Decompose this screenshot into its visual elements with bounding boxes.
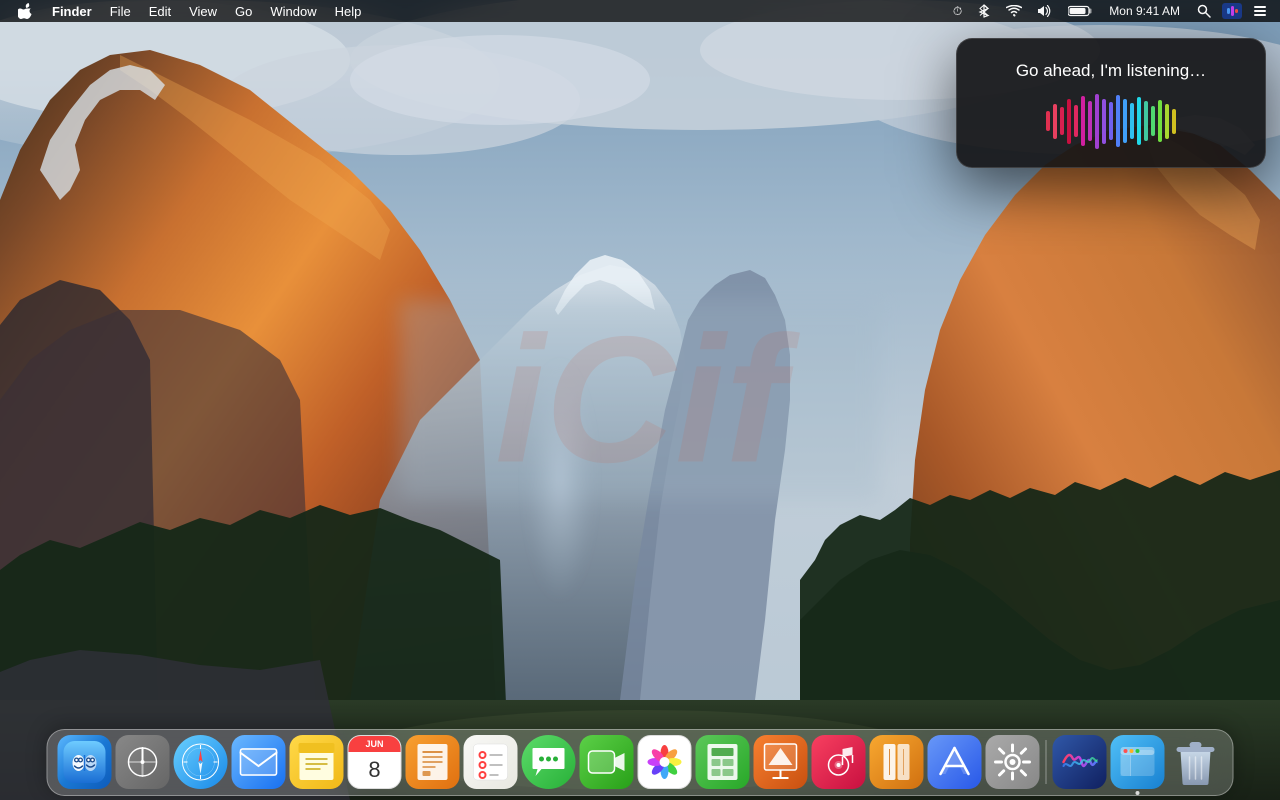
battery-icon[interactable] <box>1063 3 1097 19</box>
dock-separator <box>1046 740 1047 784</box>
numbers-icon <box>706 743 740 781</box>
dock-item-appstore[interactable] <box>928 735 982 789</box>
dock-item-mail[interactable] <box>232 735 286 789</box>
dock-item-photos[interactable] <box>638 735 692 789</box>
dock-item-notes[interactable] <box>290 735 344 789</box>
help-menu[interactable]: Help <box>327 2 370 21</box>
time-machine-icon[interactable]: ⏱ <box>948 2 967 21</box>
view-menu[interactable]: View <box>181 2 225 21</box>
dock-item-facetime[interactable] <box>580 735 634 789</box>
apple-menu[interactable] <box>8 1 42 21</box>
calendar-day: 8 <box>368 757 380 783</box>
dock-item-finder[interactable] <box>58 735 112 789</box>
dock-item-numbers[interactable] <box>696 735 750 789</box>
dock-item-messages[interactable] <box>522 735 576 789</box>
dock-item-reminders[interactable] <box>464 735 518 789</box>
sysprefs-icon <box>994 743 1032 781</box>
calendar-month: JUN <box>365 739 383 749</box>
keynote-icon <box>763 743 799 781</box>
go-menu[interactable]: Go <box>227 2 260 21</box>
siri-menubar-icon[interactable] <box>1222 3 1242 19</box>
dock-item-finder-window[interactable] <box>1111 735 1165 789</box>
wifi-icon[interactable] <box>1001 3 1027 19</box>
finder-menu[interactable]: Finder <box>44 2 100 21</box>
safari-icon <box>181 742 221 782</box>
file-menu[interactable]: File <box>102 2 139 21</box>
notes-icon <box>299 743 335 781</box>
dock-item-siri[interactable] <box>1053 735 1107 789</box>
siri-window: Go ahead, I'm listening… <box>956 38 1266 168</box>
siri-dock-icon <box>1062 744 1098 780</box>
dock: JUN 8 <box>47 729 1234 796</box>
siri-message: Go ahead, I'm listening… <box>957 39 1265 91</box>
itunes-icon <box>821 743 857 781</box>
launchpad-icon <box>127 746 159 778</box>
dock-item-launchpad[interactable] <box>116 735 170 789</box>
time-display[interactable]: Mon 9:41 AM <box>1103 2 1186 20</box>
dock-item-safari[interactable] <box>174 735 228 789</box>
siri-waveform <box>957 91 1265 151</box>
messages-icon <box>532 746 566 778</box>
trash-icon <box>1175 739 1217 785</box>
menubar-left: Finder File Edit View Go Window Help <box>0 1 369 21</box>
appstore-icon <box>937 744 973 780</box>
finder-icon <box>64 741 106 783</box>
pages-icon <box>416 743 450 781</box>
bluetooth-icon[interactable] <box>973 2 995 20</box>
dock-item-pages[interactable] <box>406 735 460 789</box>
desktop: iCif Finder File Edit View Go Window Hel… <box>0 0 1280 800</box>
dock-item-keynote[interactable] <box>754 735 808 789</box>
ibooks-icon <box>879 743 915 781</box>
menubar-right: ⏱ <box>948 2 1280 21</box>
reminders-icon <box>473 743 509 781</box>
dock-item-ibooks[interactable] <box>870 735 924 789</box>
dock-item-calendar[interactable]: JUN 8 <box>348 735 402 789</box>
dock-item-trash[interactable] <box>1169 735 1223 789</box>
edit-menu[interactable]: Edit <box>141 2 179 21</box>
photos-icon <box>645 742 685 782</box>
dock-item-sysprefs[interactable] <box>986 735 1040 789</box>
spotlight-icon[interactable] <box>1192 2 1216 20</box>
mail-icon <box>240 748 278 776</box>
window-menu[interactable]: Window <box>262 2 324 21</box>
dock-item-itunes[interactable] <box>812 735 866 789</box>
notification-center-icon[interactable] <box>1248 2 1272 20</box>
facetime-icon <box>588 748 626 776</box>
volume-icon[interactable] <box>1033 3 1057 19</box>
menubar: Finder File Edit View Go Window Help ⏱ <box>0 0 1280 22</box>
finder-window-icon <box>1120 746 1156 778</box>
